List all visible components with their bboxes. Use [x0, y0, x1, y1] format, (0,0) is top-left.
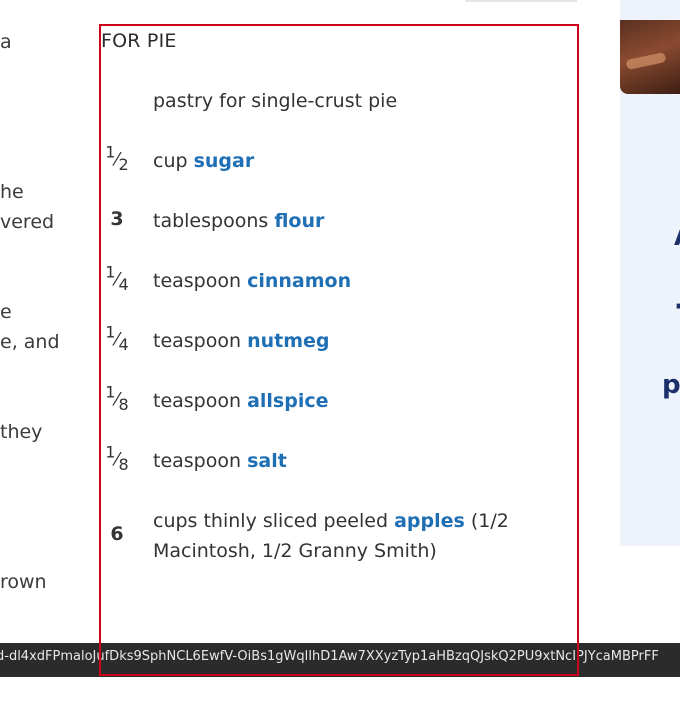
- ingredient-text: pastry for single-crust pie: [153, 86, 533, 116]
- ingredient-text: tablespoons flour: [153, 206, 533, 236]
- ad-text-fragment: p: [662, 370, 680, 400]
- article-text-fragment: rown: [0, 571, 47, 593]
- ingredient-link-cinnamon[interactable]: cinnamon: [247, 270, 351, 292]
- ingredient-link-flour[interactable]: flour: [274, 210, 324, 232]
- ingredient-text: teaspoon nutmeg: [153, 326, 533, 356]
- ingredient-quantity: 1⁄8: [105, 442, 129, 474]
- status-url-text: d-dl4xdFPmaloJufDks9SphNCL6EwfV-OiBs1gWq…: [0, 649, 659, 664]
- ingredient-description: cup: [153, 150, 194, 172]
- ingredient-description: cups thinly sliced peeled: [153, 510, 395, 532]
- top-divider: [465, 0, 577, 2]
- ingredient-text: teaspoon salt: [153, 446, 533, 476]
- advertisement-panel[interactable]: A · p: [620, 0, 680, 546]
- bottom-blank-area: [0, 677, 680, 704]
- ad-photo: [620, 20, 680, 94]
- article-text-fragment: e: [0, 301, 12, 323]
- ingredient-link-salt[interactable]: salt: [247, 450, 287, 472]
- article-text-fragment: they: [0, 421, 43, 443]
- ingredient-quantity: 1⁄8: [105, 382, 129, 414]
- ingredients-section-title: FOR PIE: [101, 30, 177, 52]
- ingredient-link-allspice[interactable]: allspice: [247, 390, 328, 412]
- article-text-fragment: vered: [0, 211, 55, 233]
- page: a he vered e e, and they rown FOR PIE pa…: [0, 0, 680, 704]
- ingredient-text: cups thinly sliced peeled apples (1/2 Ma…: [153, 506, 533, 566]
- ad-text-fragment: ·: [674, 292, 680, 322]
- ingredient-link-nutmeg[interactable]: nutmeg: [247, 330, 329, 352]
- ingredient-description: tablespoons: [153, 210, 275, 232]
- ingredient-link-sugar[interactable]: sugar: [194, 150, 255, 172]
- ingredient-text: cup sugar: [153, 146, 533, 176]
- ingredient-link-apples[interactable]: apples: [394, 510, 465, 532]
- ingredient-quantity: 1⁄2: [105, 142, 129, 174]
- ingredient-text: teaspoon allspice: [153, 386, 533, 416]
- article-text-fragment: he: [0, 181, 24, 203]
- link-status-bar: d-dl4xdFPmaloJufDks9SphNCL6EwfV-OiBs1gWq…: [0, 643, 680, 677]
- ingredient-quantity: 6: [110, 523, 124, 545]
- ingredient-description: teaspoon: [153, 330, 248, 352]
- article-text-fragment: a: [0, 31, 12, 53]
- ingredient-quantity: 1⁄4: [105, 322, 129, 354]
- ingredient-description: teaspoon: [153, 390, 248, 412]
- ingredient-description: teaspoon: [153, 450, 248, 472]
- ad-text-fragment: A: [674, 222, 680, 252]
- article-text-fragment: e, and: [0, 331, 60, 353]
- ingredient-description: pastry for single-crust pie: [153, 90, 398, 112]
- ingredient-text: teaspoon cinnamon: [153, 266, 533, 296]
- ingredient-quantity: 3: [110, 208, 124, 230]
- ingredient-quantity: 1⁄4: [105, 262, 129, 294]
- ingredient-description: teaspoon: [153, 270, 248, 292]
- ad-photo-detail: [625, 51, 667, 71]
